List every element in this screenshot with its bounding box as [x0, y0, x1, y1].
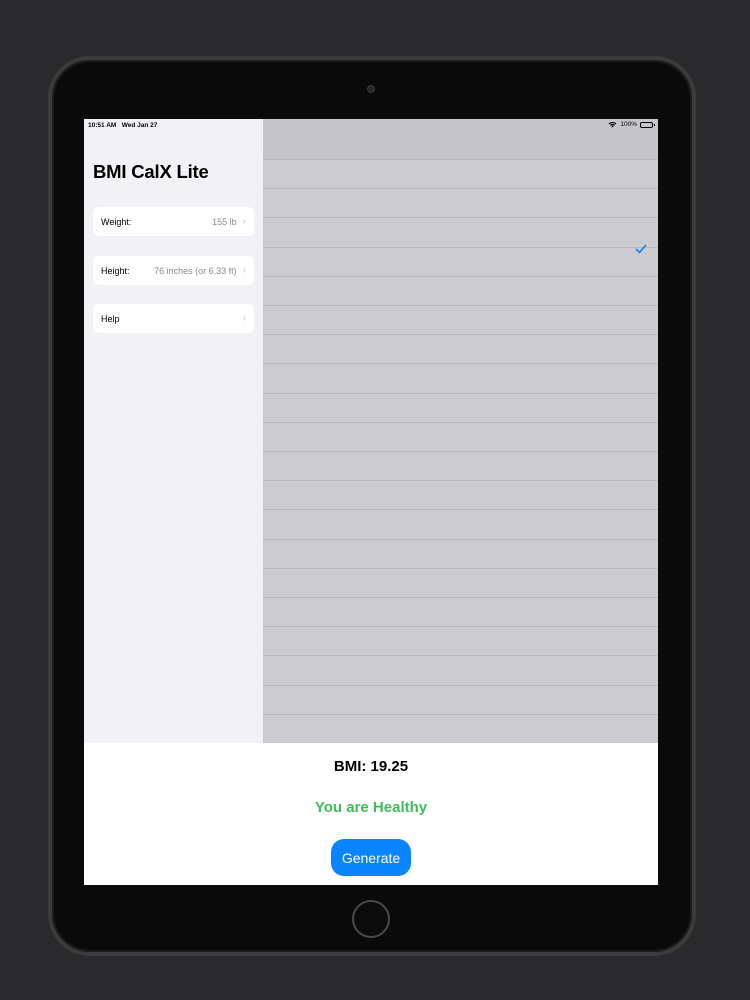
list-row-separator [263, 334, 658, 335]
list-row-separator [263, 451, 658, 452]
camera-icon [367, 85, 375, 93]
weight-label: Weight: [101, 216, 132, 227]
weight-row[interactable]: Weight: 155 lb › [93, 207, 254, 236]
list-row-separator [263, 422, 658, 423]
list-row-separator [263, 393, 658, 394]
list-row-separator [263, 655, 658, 656]
status-indicators: 100% [608, 121, 655, 128]
battery-icon [640, 121, 655, 128]
help-row[interactable]: Help › [93, 304, 254, 333]
list-row-separator [263, 714, 658, 715]
weight-value: 155 lb [212, 216, 237, 227]
list-row-separator [263, 626, 658, 627]
sidebar: BMI CalX Lite Weight: 155 lb › Height: 7… [84, 119, 263, 743]
wifi-icon [608, 121, 617, 128]
status-bar: 10:51 AM Wed Jan 27 100% [84, 119, 658, 131]
status-time: 10:51 AM Wed Jan 27 [88, 122, 158, 129]
generate-button[interactable]: Generate [331, 839, 411, 876]
app-title: BMI CalX Lite [93, 161, 209, 182]
detail-list-panel [263, 119, 658, 743]
checkmark-icon [635, 244, 647, 254]
list-row-separator [263, 188, 658, 189]
help-label: Help [101, 313, 120, 324]
chevron-right-icon: › [242, 215, 246, 227]
list-row-separator [263, 480, 658, 481]
list-row-separator [263, 509, 658, 510]
list-row-separator [263, 159, 658, 160]
list-row-separator [263, 217, 658, 218]
list-row-separator [263, 597, 658, 598]
list-row-separator [263, 276, 658, 277]
result-panel: BMI: 19.25 You are Healthy Generate [84, 743, 658, 885]
home-button[interactable] [352, 900, 390, 938]
app-screen: 10:51 AM Wed Jan 27 100% BMI CalX Lite W… [84, 119, 658, 885]
list-row-separator [263, 568, 658, 569]
height-value: 76 inches (or 6.33 ft) [154, 265, 237, 276]
list-row-separator [263, 305, 658, 306]
list-row-separator [263, 685, 658, 686]
list-row-separator [263, 539, 658, 540]
health-status: You are Healthy [314, 799, 428, 816]
height-label: Height: [101, 265, 130, 276]
bmi-result: BMI: 19.25 [333, 758, 409, 775]
height-row[interactable]: Height: 76 inches (or 6.33 ft) › [93, 256, 254, 285]
list-row-separator [263, 247, 658, 248]
status-date: Wed Jan 27 [121, 122, 158, 129]
chevron-right-icon: › [242, 312, 246, 324]
battery-percent: 100% [620, 121, 637, 128]
chevron-right-icon: › [242, 264, 246, 276]
list-row-separator [263, 363, 658, 364]
